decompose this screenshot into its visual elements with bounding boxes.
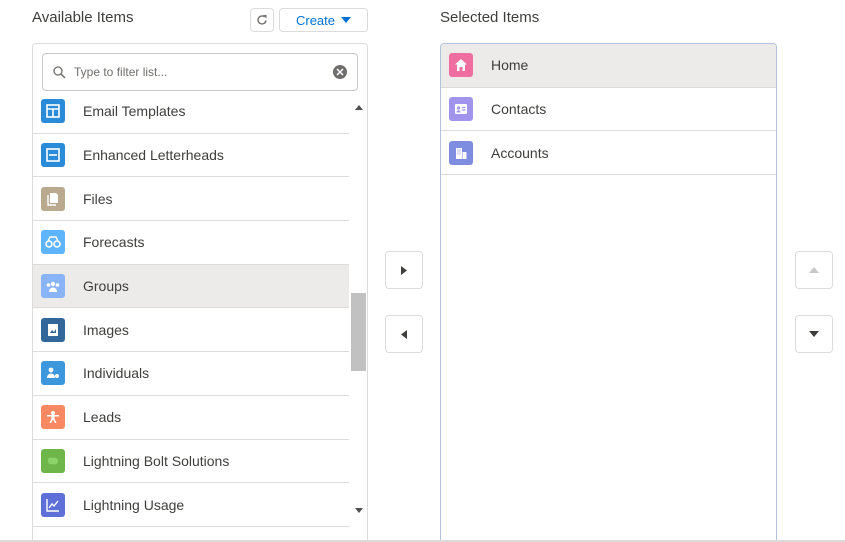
chevron-up-icon bbox=[809, 267, 819, 273]
list-item[interactable]: Lightning Usage bbox=[33, 483, 349, 527]
list-scrollbar[interactable] bbox=[351, 100, 366, 513]
accounts-icon bbox=[449, 140, 473, 165]
list-item-label: Leads bbox=[83, 409, 122, 426]
leads-icon bbox=[41, 405, 65, 430]
list-item-label: Lightning Bolt Solutions bbox=[83, 452, 230, 469]
contacts-icon bbox=[449, 97, 473, 122]
list-item-label: Files bbox=[83, 190, 113, 207]
move-to-available-button[interactable] bbox=[385, 315, 423, 353]
scroll-thumb[interactable] bbox=[351, 293, 366, 371]
search-icon bbox=[53, 65, 66, 79]
chevron-down-icon bbox=[341, 17, 352, 23]
search-input[interactable] bbox=[74, 65, 333, 79]
list-item[interactable]: Home bbox=[441, 44, 776, 88]
home-icon bbox=[449, 53, 473, 78]
list-item[interactable]: Groups bbox=[33, 264, 349, 309]
list-item-label: Enhanced Letterheads bbox=[83, 147, 224, 164]
files-icon bbox=[41, 186, 65, 211]
lightning-usage-icon bbox=[41, 492, 65, 517]
selected-items-label: Selected Items bbox=[440, 9, 540, 26]
move-down-button[interactable] bbox=[795, 315, 833, 353]
list-item-label: Forecasts bbox=[83, 234, 145, 251]
search-field[interactable] bbox=[42, 53, 358, 91]
list-item-label: Accounts bbox=[491, 144, 549, 161]
letterhead-icon bbox=[41, 143, 65, 168]
list-item-label: Images bbox=[83, 321, 129, 338]
refresh-button[interactable] bbox=[250, 8, 274, 32]
list-item[interactable]: Files bbox=[33, 177, 349, 222]
list-item[interactable]: Individuals bbox=[33, 352, 349, 396]
available-items-label: Available Items bbox=[32, 9, 134, 26]
groups-icon bbox=[41, 274, 65, 299]
individuals-icon bbox=[41, 361, 65, 386]
list-item[interactable]: Accounts bbox=[441, 131, 776, 176]
move-to-selected-button[interactable] bbox=[385, 251, 423, 289]
list-item[interactable]: Leads bbox=[33, 396, 349, 440]
list-item[interactable]: Enhanced Letterheads bbox=[33, 134, 349, 178]
list-item[interactable]: Email Templates bbox=[33, 90, 349, 134]
scroll-up-icon[interactable] bbox=[351, 100, 366, 115]
images-icon bbox=[41, 317, 65, 342]
list-item-label: Contacts bbox=[491, 101, 547, 118]
refresh-icon bbox=[257, 15, 267, 25]
list-item[interactable]: Images bbox=[33, 308, 349, 353]
list-item-label: Email Templates bbox=[83, 103, 186, 120]
chevron-right-icon bbox=[401, 265, 407, 275]
move-up-button[interactable] bbox=[795, 251, 833, 289]
create-button-label: Create bbox=[295, 12, 336, 28]
list-item[interactable]: Lightning Bolt Solutions bbox=[33, 440, 349, 484]
list-item-label: Individuals bbox=[83, 365, 150, 382]
clear-search-icon[interactable] bbox=[333, 65, 347, 79]
forecasts-icon bbox=[41, 230, 65, 255]
create-button[interactable]: Create bbox=[279, 8, 368, 32]
available-items-list[interactable]: Email Templates Enhanced Letterheads Fil… bbox=[32, 43, 368, 542]
list-item[interactable]: Contacts bbox=[441, 88, 776, 132]
list-item[interactable]: Forecasts bbox=[33, 221, 349, 265]
email-template-icon bbox=[41, 99, 65, 124]
list-item-label: Home bbox=[491, 57, 529, 74]
list-item-label: Groups bbox=[83, 278, 129, 295]
chevron-down-icon bbox=[809, 331, 819, 337]
chevron-left-icon bbox=[401, 329, 407, 339]
lightning-bolt-icon bbox=[41, 448, 65, 473]
list-item-label: Lightning Usage bbox=[83, 496, 185, 513]
scroll-down-icon[interactable] bbox=[351, 503, 366, 518]
selected-items-list[interactable]: Home Contacts Accounts bbox=[440, 43, 777, 542]
